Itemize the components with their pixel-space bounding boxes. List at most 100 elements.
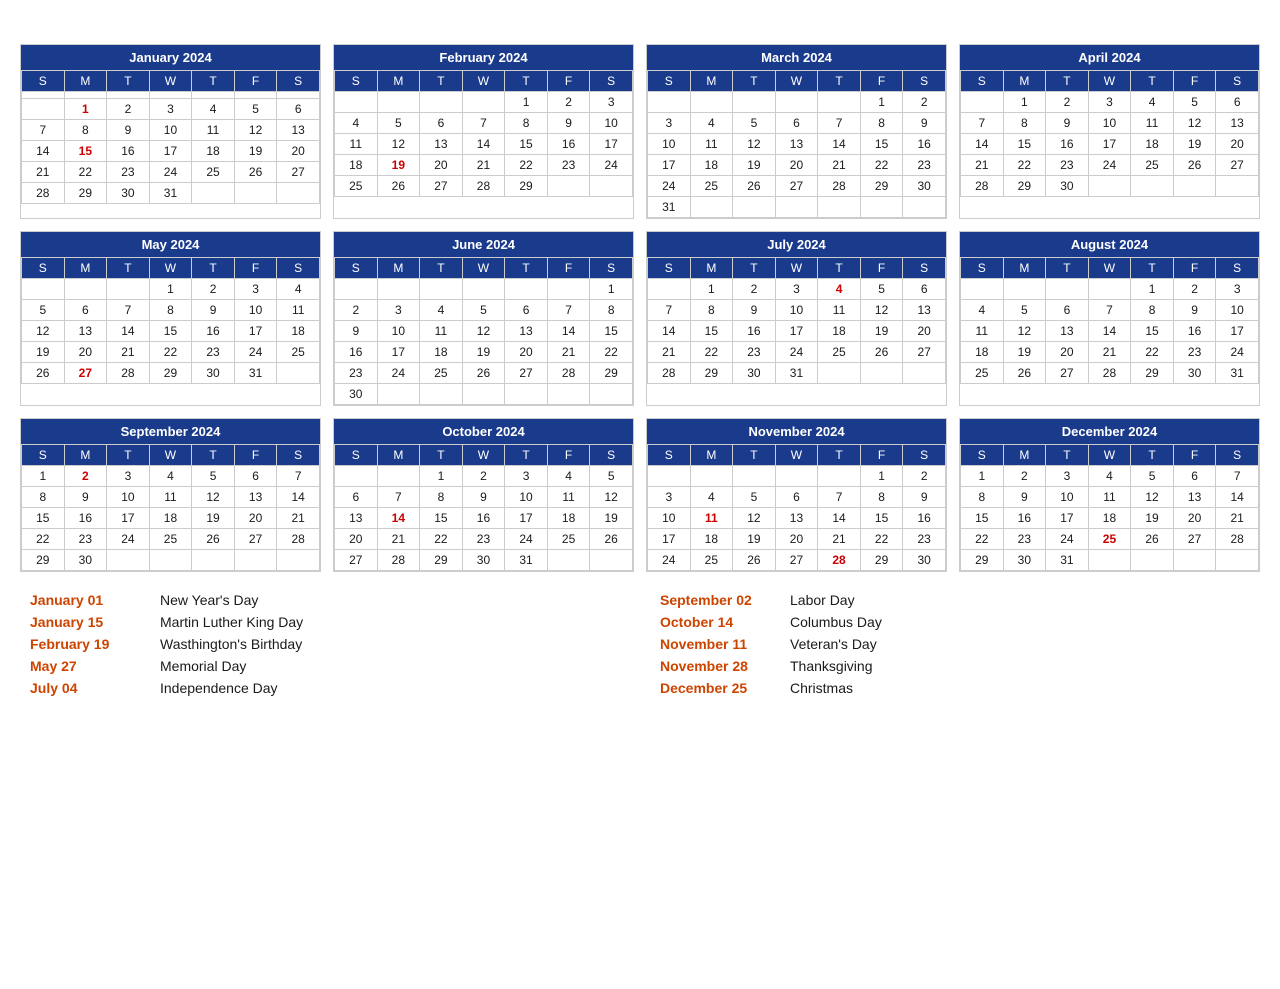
calendar-day: 28 (462, 176, 505, 197)
calendar-day: 23 (335, 363, 378, 384)
calendar-day: 14 (547, 321, 590, 342)
calendar-day: 14 (1216, 487, 1259, 508)
calendar-day: 29 (590, 363, 633, 384)
calendar-day: 19 (1003, 342, 1046, 363)
calendar-day: 28 (377, 550, 420, 571)
calendar-day: 3 (1046, 466, 1089, 487)
calendar-day: 5 (22, 300, 65, 321)
calendar-day: 26 (22, 363, 65, 384)
month-12: December 2024SMTWTFS12345678910111213141… (959, 418, 1260, 572)
calendar-day: 25 (420, 363, 463, 384)
calendar-day: 29 (64, 183, 107, 204)
day-header: T (733, 258, 776, 279)
calendar-day: 15 (149, 321, 192, 342)
calendar-day: 14 (961, 134, 1004, 155)
calendar-day: 12 (733, 134, 776, 155)
calendar-day (648, 279, 691, 300)
calendar-day: 12 (234, 120, 277, 141)
day-header: T (505, 71, 548, 92)
calendar-day: 2 (64, 466, 107, 487)
day-header: M (690, 258, 733, 279)
day-header: T (192, 71, 235, 92)
calendar-day: 10 (648, 134, 691, 155)
month-10: October 2024SMTWTFS123456789101112131415… (333, 418, 634, 572)
holiday-date: July 04 (30, 680, 160, 696)
day-header: M (1003, 445, 1046, 466)
calendar-day: 7 (547, 300, 590, 321)
calendar-day: 9 (903, 113, 946, 134)
holiday-row: July 04Independence Day (30, 680, 620, 696)
calendar-day: 27 (277, 162, 320, 183)
calendar-day (335, 92, 378, 113)
calendar-day: 5 (377, 113, 420, 134)
calendar-day (107, 92, 150, 99)
calendar-day: 12 (192, 487, 235, 508)
day-header: T (420, 258, 463, 279)
month-header: May 2024 (21, 232, 320, 257)
calendar-day: 21 (1216, 508, 1259, 529)
calendar-day: 18 (1131, 134, 1174, 155)
day-header: F (860, 445, 903, 466)
calendar-day: 5 (1173, 92, 1216, 113)
calendar-day: 8 (590, 300, 633, 321)
calendar-day (818, 92, 861, 113)
calendar-day: 1 (961, 466, 1004, 487)
calendar-day: 25 (192, 162, 235, 183)
calendar-day: 14 (648, 321, 691, 342)
calendar-day: 31 (1046, 550, 1089, 571)
calendar-day: 8 (1003, 113, 1046, 134)
holiday-date: February 19 (30, 636, 160, 652)
calendar-day: 21 (22, 162, 65, 183)
calendar-day (1131, 550, 1174, 571)
day-header: T (420, 71, 463, 92)
calendar-day: 21 (547, 342, 590, 363)
calendar-day: 14 (107, 321, 150, 342)
calendar-day: 17 (234, 321, 277, 342)
calendar-day: 29 (149, 363, 192, 384)
calendar-day: 6 (775, 487, 818, 508)
calendar-day: 2 (903, 466, 946, 487)
calendar-day: 19 (1173, 134, 1216, 155)
day-header: S (335, 258, 378, 279)
calendar-day: 29 (690, 363, 733, 384)
calendar-day (420, 92, 463, 113)
calendar-day: 17 (1046, 508, 1089, 529)
calendar-day: 20 (903, 321, 946, 342)
month-8: August 2024SMTWTFS1234567891011121314151… (959, 231, 1260, 406)
calendar-day: 26 (1131, 529, 1174, 550)
calendar-day: 17 (775, 321, 818, 342)
day-header: T (505, 258, 548, 279)
calendar-day: 17 (1088, 134, 1131, 155)
calendar-day: 24 (377, 363, 420, 384)
calendar-day: 27 (1173, 529, 1216, 550)
calendar-day: 21 (1088, 342, 1131, 363)
calendar-day: 21 (818, 529, 861, 550)
calendar-day (149, 92, 192, 99)
calendar-day: 24 (1046, 529, 1089, 550)
calendar-day (690, 466, 733, 487)
calendar-day: 26 (192, 529, 235, 550)
day-header: M (1003, 71, 1046, 92)
calendar-day: 16 (903, 134, 946, 155)
calendar-day: 20 (234, 508, 277, 529)
calendar-day: 18 (961, 342, 1004, 363)
calendar-day: 1 (505, 92, 548, 113)
day-header: S (22, 445, 65, 466)
calendar-day: 18 (192, 141, 235, 162)
day-header: T (192, 258, 235, 279)
calendar-day: 6 (903, 279, 946, 300)
month-5: May 2024SMTWTFS1234567891011121314151617… (20, 231, 321, 406)
calendar-day: 28 (818, 176, 861, 197)
calendar-day: 7 (462, 113, 505, 134)
day-header: S (277, 71, 320, 92)
calendar-day: 6 (64, 300, 107, 321)
calendar-day: 30 (192, 363, 235, 384)
holiday-date: October 14 (660, 614, 790, 630)
calendar-day: 26 (377, 176, 420, 197)
calendar-day: 27 (775, 550, 818, 571)
calendar-day (149, 550, 192, 571)
day-header: T (1131, 71, 1174, 92)
calendar-day: 31 (234, 363, 277, 384)
calendar-day: 9 (1173, 300, 1216, 321)
calendar-day: 13 (335, 508, 378, 529)
